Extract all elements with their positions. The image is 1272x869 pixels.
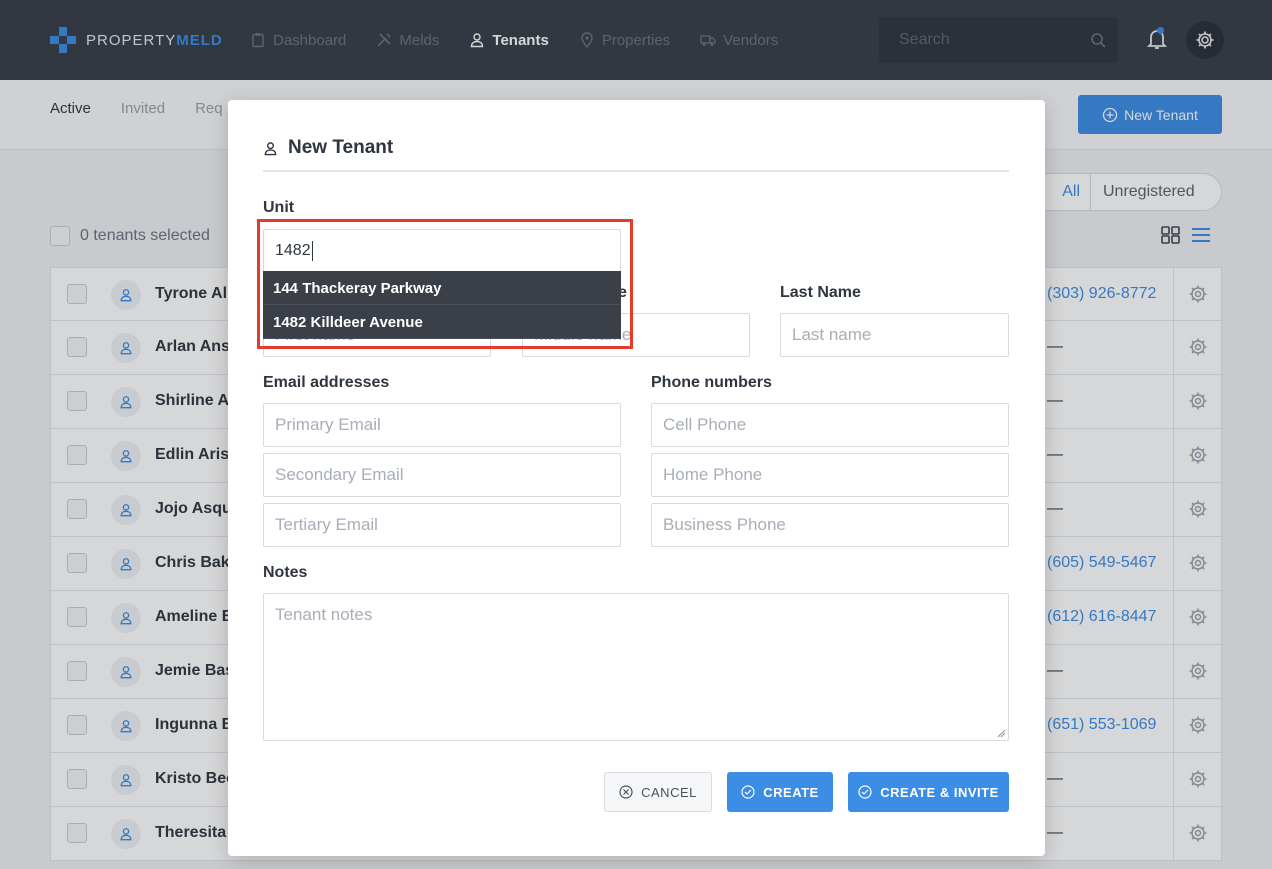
modal-title: New Tenant xyxy=(263,137,393,159)
phone-label: Phone numbers xyxy=(651,374,772,391)
cancel-button[interactable]: CANCEL xyxy=(604,772,712,812)
highlight-box xyxy=(257,219,633,349)
close-circle-icon xyxy=(619,785,633,799)
email-label: Email addresses xyxy=(263,374,390,391)
last-name-field[interactable]: Last name xyxy=(780,313,1009,357)
home-phone-field[interactable]: Home Phone xyxy=(651,453,1009,497)
last-name-label: Last Name xyxy=(780,284,861,301)
check-circle-icon xyxy=(741,785,755,799)
primary-email-field[interactable]: Primary Email xyxy=(263,403,621,447)
user-icon xyxy=(264,141,277,155)
business-phone-field[interactable]: Business Phone xyxy=(651,503,1009,547)
resize-handle-icon[interactable] xyxy=(997,729,1006,738)
tertiary-email-field[interactable]: Tertiary Email xyxy=(263,503,621,547)
create-and-invite-button[interactable]: CREATE & INVITE xyxy=(848,772,1009,812)
secondary-email-field[interactable]: Secondary Email xyxy=(263,453,621,497)
new-tenant-modal: New Tenant Unit 1482 First name e Middle… xyxy=(228,100,1045,856)
title-divider xyxy=(263,170,1009,172)
notes-textarea[interactable]: Tenant notes xyxy=(263,593,1009,741)
notes-label: Notes xyxy=(263,564,308,581)
unit-label: Unit xyxy=(263,199,295,216)
check-circle-icon xyxy=(858,785,872,799)
create-button[interactable]: CREATE xyxy=(727,772,833,812)
cell-phone-field[interactable]: Cell Phone xyxy=(651,403,1009,447)
